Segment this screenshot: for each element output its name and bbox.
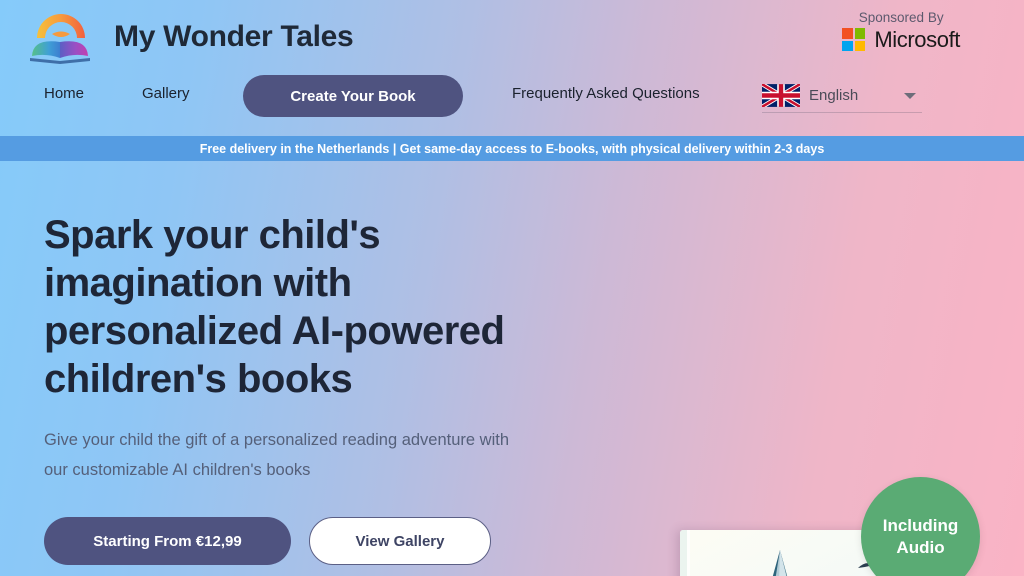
site-header: My Wonder Tales Sponsored By Microsoft H… bbox=[0, 0, 1024, 131]
nav-item-gallery[interactable]: Gallery bbox=[142, 85, 190, 102]
ms-square-blue bbox=[842, 40, 853, 51]
ms-square-red bbox=[842, 28, 853, 39]
chevron-down-icon[interactable] bbox=[904, 92, 916, 99]
hero-subtitle: Give your child the gift of a personaliz… bbox=[44, 431, 510, 479]
language-selected-label: English bbox=[809, 87, 859, 104]
create-your-book-button[interactable]: Create Your Book bbox=[243, 75, 463, 117]
announcement-banner-text: Free delivery in the Netherlands | Get s… bbox=[199, 141, 825, 156]
view-gallery-button[interactable]: View Gallery bbox=[309, 517, 491, 565]
starting-from-price-button[interactable]: Starting From €12,99 bbox=[44, 517, 291, 565]
brand[interactable]: My Wonder Tales bbox=[28, 8, 354, 66]
audio-badge-line2: Audio bbox=[896, 537, 945, 557]
microsoft-squares-icon bbox=[842, 28, 866, 51]
audio-badge-line1: Including bbox=[882, 515, 959, 535]
hero-copy: Spark your child's imagination with pers… bbox=[44, 211, 564, 565]
page-title: Spark your child's imagination with pers… bbox=[44, 213, 505, 401]
nav-item-home[interactable]: Home bbox=[44, 85, 84, 102]
uk-flag-icon bbox=[762, 84, 800, 107]
open-book-rainbow-logo-icon bbox=[30, 14, 90, 64]
nav-item-faq[interactable]: Frequently Asked Questions bbox=[512, 85, 700, 102]
hero-buttons: Starting From €12,99 View Gallery bbox=[44, 517, 564, 565]
microsoft-wordmark: Microsoft bbox=[874, 26, 960, 52]
announcement-banner: Free delivery in the Netherlands | Get s… bbox=[0, 136, 1024, 161]
hero-section: Spark your child's imagination with pers… bbox=[0, 161, 1024, 576]
microsoft-logo: Microsoft bbox=[842, 28, 960, 51]
ms-square-green bbox=[854, 28, 866, 39]
language-selector[interactable]: English bbox=[762, 79, 922, 113]
ms-square-yellow bbox=[854, 40, 866, 51]
sponsored-by-label: Sponsored By bbox=[858, 10, 944, 25]
including-audio-badge: Including Audio bbox=[861, 477, 980, 576]
brand-title: My Wonder Tales bbox=[114, 20, 354, 53]
sponsor-block: Sponsored By Microsoft bbox=[842, 10, 960, 51]
